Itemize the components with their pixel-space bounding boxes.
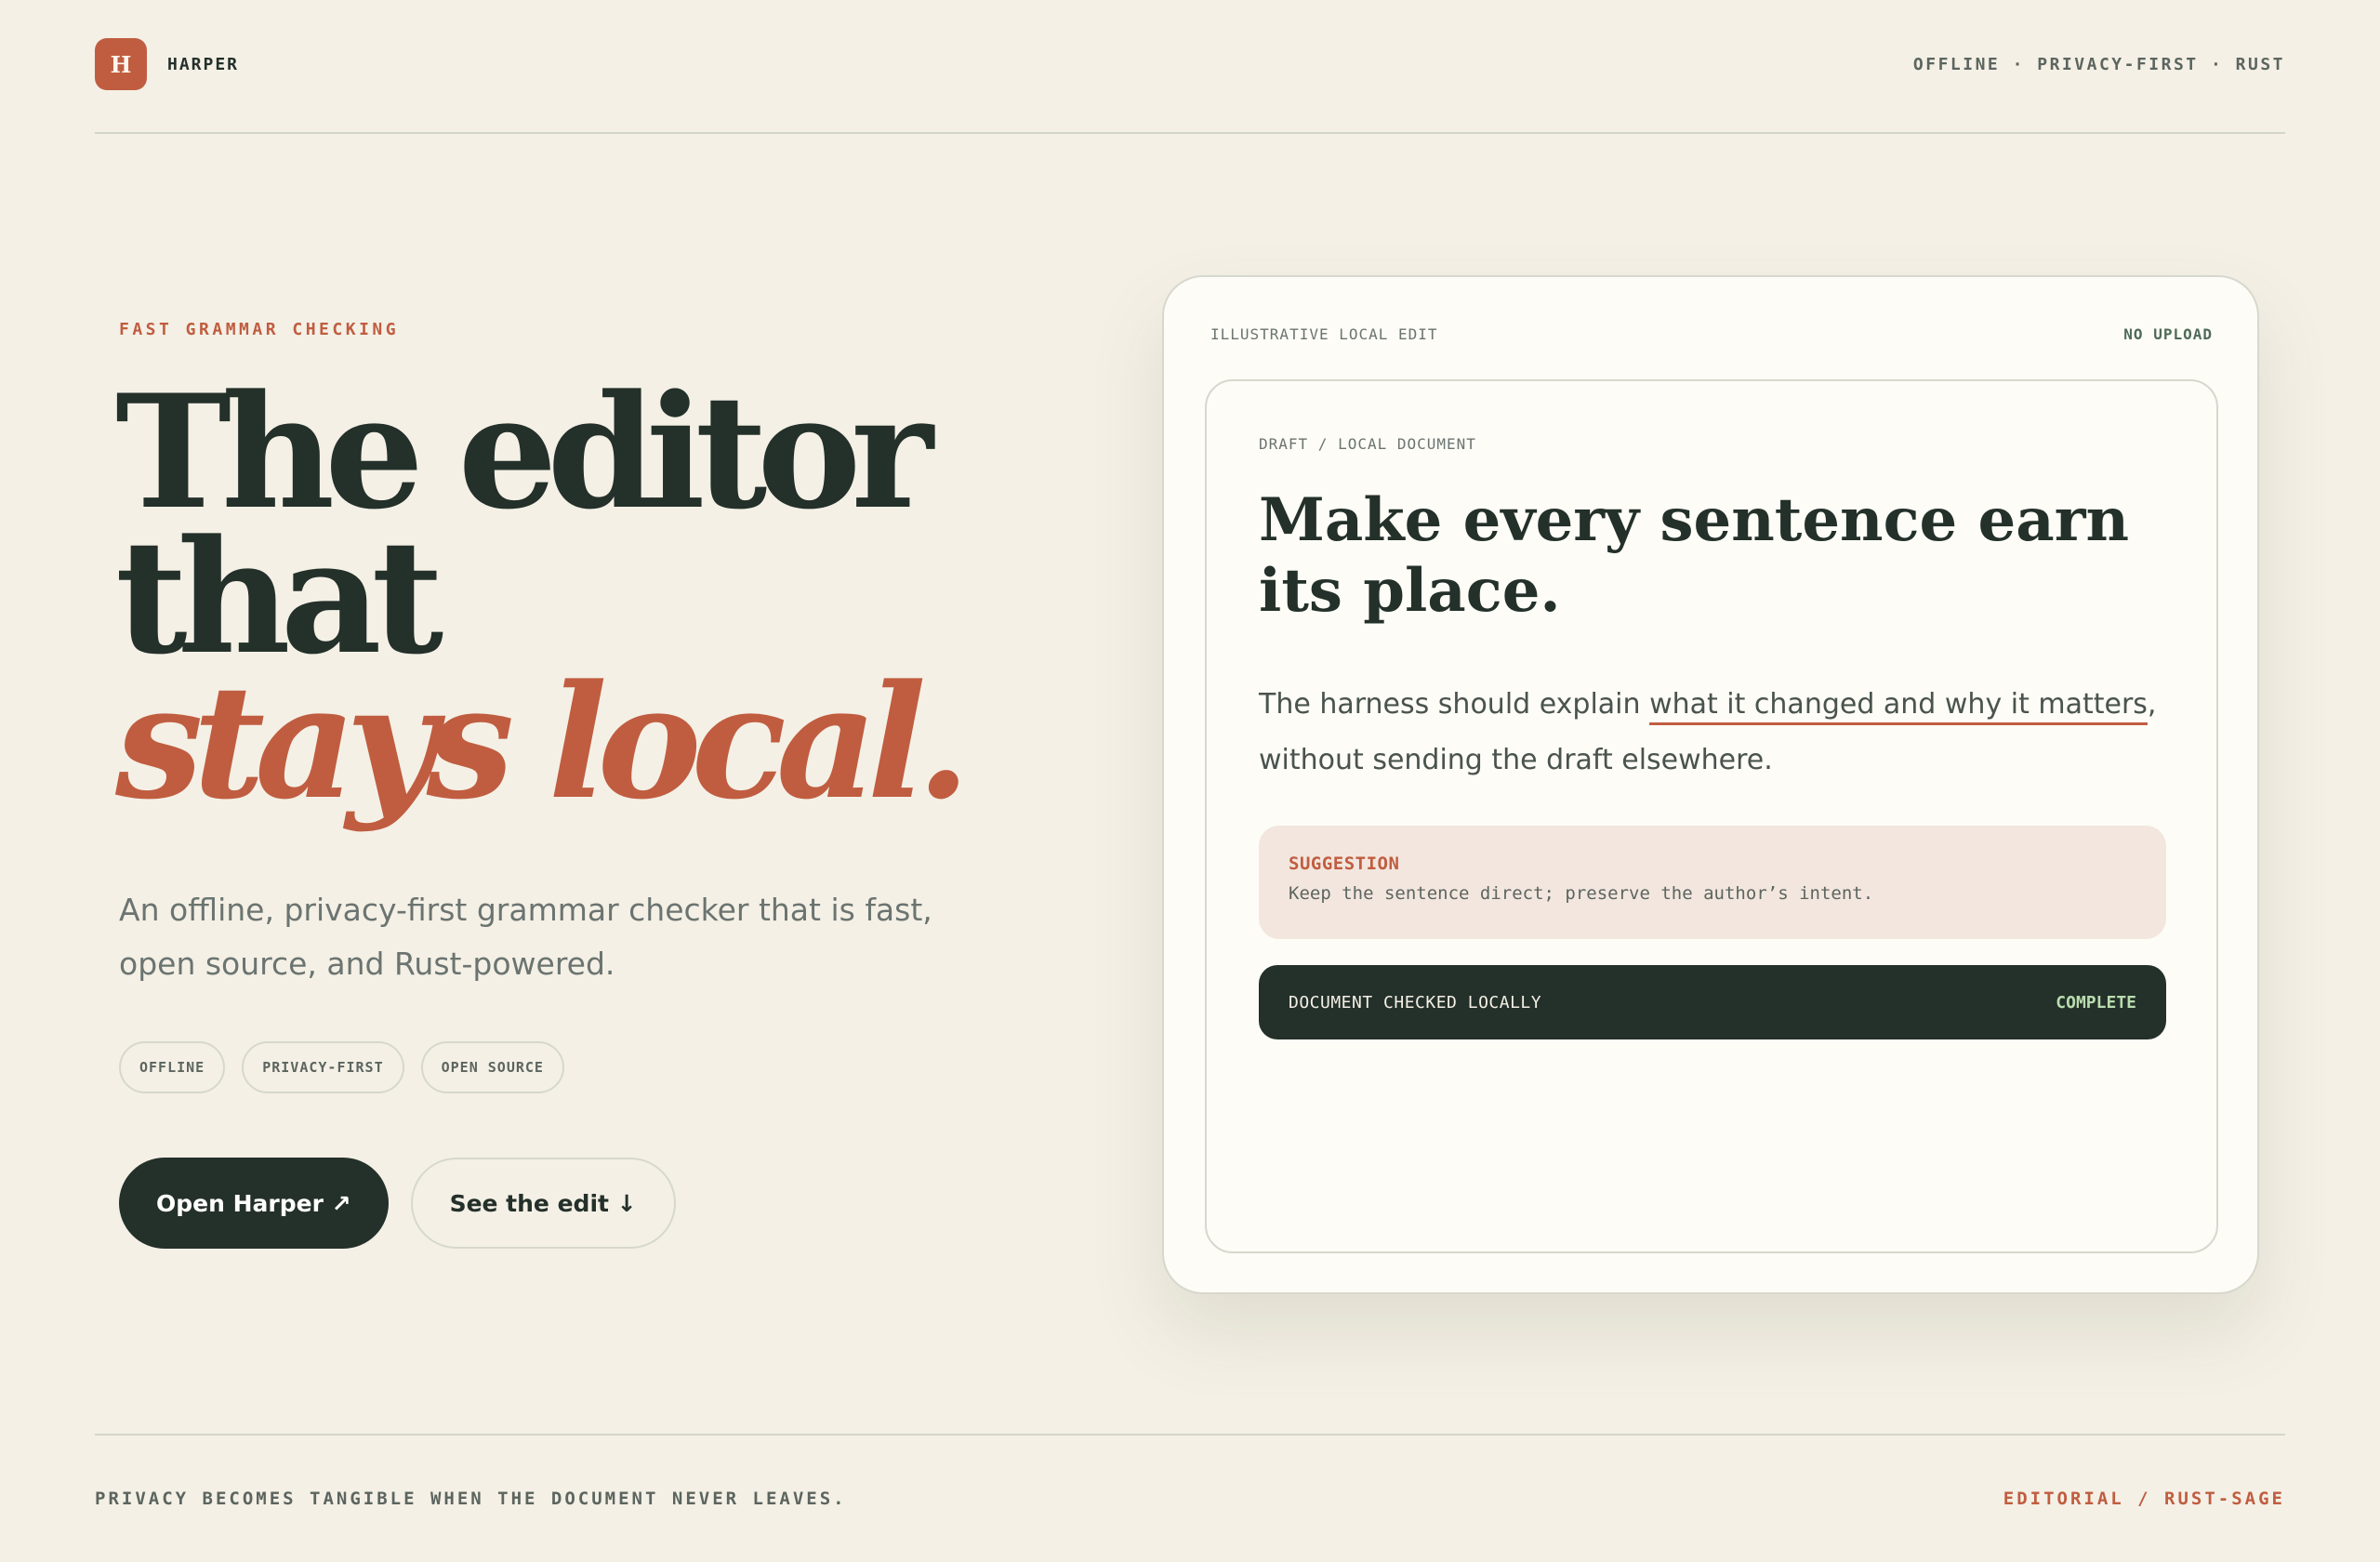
- hero-lede: An offline, privacy-first grammar checke…: [119, 892, 932, 982]
- no-upload-badge: NO UPLOAD: [2123, 325, 2213, 343]
- brand[interactable]: H HARPER: [95, 38, 239, 90]
- flagged-phrase[interactable]: what it changed and why it matters: [1649, 688, 2148, 721]
- open-harper-button[interactable]: Open Harper ↗: [119, 1158, 389, 1249]
- hero-ctas: Open Harper ↗ See the edit ↓: [119, 1158, 676, 1249]
- brand-name: HARPER: [167, 54, 240, 74]
- document-preview: DRAFT / LOCAL DOCUMENT Make every senten…: [1205, 379, 2218, 1253]
- harper-logo-icon: H: [95, 38, 147, 90]
- status-text: DOCUMENT CHECKED LOCALLY: [1289, 992, 1542, 1013]
- see-the-edit-button[interactable]: See the edit ↓: [410, 1158, 676, 1249]
- status-bar: DOCUMENT CHECKED LOCALLY COMPLETE: [1259, 965, 2166, 1039]
- suggestion-title: SUGGESTION: [1289, 854, 1400, 874]
- chip-offline: OFFLINE: [119, 1041, 226, 1093]
- hero-headline: The editor that stays local.: [115, 374, 971, 834]
- doc-body: The harness should explain what it chang…: [1259, 677, 2179, 788]
- doc-label: DRAFT / LOCAL DOCUMENT: [1259, 435, 1476, 453]
- local-edit-card: ILLUSTRATIVE LOCAL EDIT NO UPLOAD DRAFT …: [1162, 275, 2259, 1294]
- chip-open-source: OPEN SOURCE: [420, 1041, 564, 1093]
- hero-eyebrow: FAST GRAMMAR CHECKING: [119, 320, 400, 339]
- doc-title: Make every sentence earn its place.: [1259, 485, 2129, 626]
- feature-chips: OFFLINE PRIVACY-FIRST OPEN SOURCE: [119, 1041, 564, 1093]
- site-footer: PRIVACY BECOMES TANGIBLE WHEN THE DOCUME…: [95, 1434, 2285, 1562]
- chip-privacy-first: PRIVACY-FIRST: [242, 1041, 404, 1093]
- card-label: ILLUSTRATIVE LOCAL EDIT: [1210, 325, 1438, 343]
- header-tags: OFFLINE · PRIVACY-FIRST · RUST: [1912, 54, 2285, 74]
- headline-accent: stays local.: [115, 650, 971, 834]
- suggestion-box: SUGGESTION Keep the sentence direct; pre…: [1259, 826, 2166, 939]
- site-header: H HARPER OFFLINE · PRIVACY-FIRST · RUST: [95, 0, 2285, 134]
- footer-credit: EDITORIAL / RUST-SAGE: [2003, 1489, 2285, 1509]
- suggestion-text: Keep the sentence direct; preserve the a…: [1289, 883, 1874, 904]
- doc-body-start: The harness should explain: [1259, 688, 1650, 721]
- status-badge: COMPLETE: [2056, 992, 2136, 1013]
- footer-tagline: PRIVACY BECOMES TANGIBLE WHEN THE DOCUME…: [95, 1489, 847, 1509]
- landing-page: H HARPER OFFLINE · PRIVACY-FIRST · RUST …: [0, 0, 2380, 1562]
